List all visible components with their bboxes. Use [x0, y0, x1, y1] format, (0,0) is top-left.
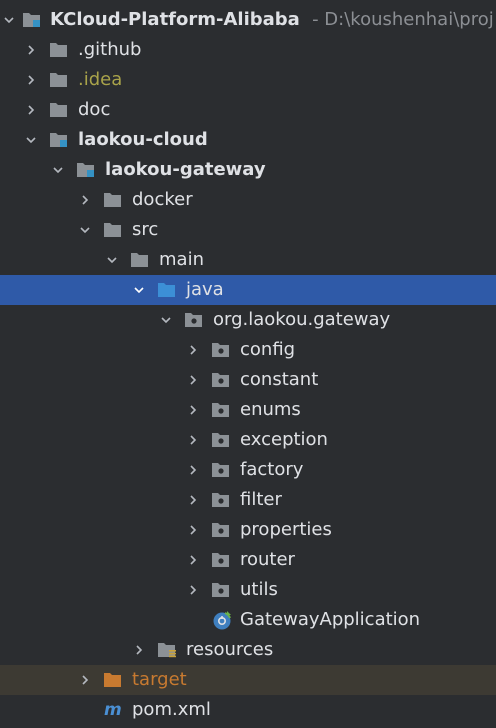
chevron-right-icon[interactable]: [25, 74, 37, 86]
tree-row-enums[interactable]: enums: [0, 395, 496, 425]
tree-label: java: [186, 279, 224, 300]
chevron-down-icon[interactable]: [3, 14, 15, 26]
folder-icon: [103, 221, 123, 239]
chevron-down-icon[interactable]: [25, 134, 37, 146]
tree-row-target[interactable]: target: [0, 665, 496, 695]
chevron-right-icon[interactable]: [25, 104, 37, 116]
tree-label: org.laokou.gateway: [213, 309, 391, 330]
tree-label: laokou-cloud: [78, 129, 208, 150]
tree-row-src[interactable]: src: [0, 215, 496, 245]
chevron-right-icon[interactable]: [133, 644, 145, 656]
chevron-right-icon[interactable]: [187, 464, 199, 476]
tree-row-idea[interactable]: .idea: [0, 65, 496, 95]
tree-label: src: [132, 219, 159, 240]
tree-row-laokou-cloud[interactable]: laokou-cloud: [0, 125, 496, 155]
tree-label: exception: [240, 429, 328, 450]
tree-row-utils[interactable]: utils: [0, 575, 496, 605]
tree-row-filter[interactable]: filter: [0, 485, 496, 515]
tree-row-root[interactable]: KCloud-Platform-Alibaba - D:\koushenhai\…: [0, 5, 496, 35]
tree-label: .github: [78, 39, 142, 60]
folder-icon: [49, 71, 69, 89]
tree-row-config[interactable]: config: [0, 335, 496, 365]
tree-row-resources[interactable]: resources: [0, 635, 496, 665]
tree-label: .idea: [78, 69, 123, 90]
tree-row-package-root[interactable]: org.laokou.gateway: [0, 305, 496, 335]
package-icon: [211, 581, 231, 599]
tree-row-pom[interactable]: m pom.xml: [0, 695, 496, 725]
package-icon: [211, 551, 231, 569]
project-name: KCloud-Platform-Alibaba: [50, 9, 300, 30]
chevron-down-icon[interactable]: [106, 254, 118, 266]
package-icon: [211, 491, 231, 509]
tree-row-github[interactable]: .github: [0, 35, 496, 65]
tree-label: filter: [240, 489, 282, 510]
package-icon: [211, 431, 231, 449]
tree-row-main[interactable]: main: [0, 245, 496, 275]
chevron-right-icon[interactable]: [187, 374, 199, 386]
resources-folder-icon: [157, 641, 177, 659]
tree-label: main: [159, 249, 204, 270]
tree-label: pom.xml: [132, 699, 211, 720]
chevron-right-icon[interactable]: [79, 194, 91, 206]
tree-label: GatewayApplication: [240, 609, 421, 630]
module-folder-icon: [76, 161, 96, 179]
chevron-down-icon[interactable]: [160, 314, 172, 326]
tree-row-docker[interactable]: docker: [0, 185, 496, 215]
tree-row-java[interactable]: java: [0, 275, 496, 305]
tree-label: utils: [240, 579, 278, 600]
tree-label: factory: [240, 459, 304, 480]
tree-label: target: [132, 669, 187, 690]
tree-label: router: [240, 549, 295, 570]
chevron-down-icon[interactable]: [133, 284, 145, 296]
tree-row-factory[interactable]: factory: [0, 455, 496, 485]
module-folder-icon: [22, 11, 42, 29]
tree-row-constant[interactable]: constant: [0, 365, 496, 395]
source-folder-icon: [157, 281, 177, 299]
folder-icon: [130, 251, 150, 269]
folder-icon: [103, 191, 123, 209]
chevron-right-icon[interactable]: [187, 344, 199, 356]
folder-icon: [49, 101, 69, 119]
maven-icon: m: [103, 698, 127, 720]
tree-label: doc: [78, 99, 111, 120]
tree-row-exception[interactable]: exception: [0, 425, 496, 455]
tree-label: properties: [240, 519, 332, 540]
folder-icon: [49, 41, 69, 59]
package-icon: [184, 311, 204, 329]
package-icon: [211, 401, 231, 419]
project-path: - D:\koushenhai\proj: [312, 9, 494, 30]
tree-row-doc[interactable]: doc: [0, 95, 496, 125]
chevron-right-icon[interactable]: [187, 584, 199, 596]
tree-row-laokou-gateway[interactable]: laokou-gateway: [0, 155, 496, 185]
svg-text:m: m: [104, 700, 122, 720]
module-folder-icon: [49, 131, 69, 149]
tree-label: constant: [240, 369, 319, 390]
chevron-down-icon[interactable]: [79, 224, 91, 236]
tree-row-router[interactable]: router: [0, 545, 496, 575]
excluded-folder-icon: [103, 671, 123, 689]
chevron-right-icon[interactable]: [187, 404, 199, 416]
tree-row-gateway-application[interactable]: GatewayApplication: [0, 605, 496, 635]
chevron-right-icon[interactable]: [187, 524, 199, 536]
chevron-right-icon[interactable]: [187, 554, 199, 566]
tree-label: laokou-gateway: [105, 159, 266, 180]
tree-label: resources: [186, 639, 274, 660]
package-icon: [211, 371, 231, 389]
spring-boot-class-icon: [211, 609, 233, 631]
chevron-down-icon[interactable]: [52, 164, 64, 176]
chevron-right-icon[interactable]: [187, 494, 199, 506]
chevron-right-icon[interactable]: [79, 674, 91, 686]
project-tree: KCloud-Platform-Alibaba - D:\koushenhai\…: [0, 0, 496, 728]
chevron-right-icon[interactable]: [187, 434, 199, 446]
tree-label: KCloud-Platform-Alibaba - D:\koushenhai\…: [50, 9, 494, 31]
tree-row-properties[interactable]: properties: [0, 515, 496, 545]
package-icon: [211, 341, 231, 359]
tree-label: config: [240, 339, 296, 360]
package-icon: [211, 521, 231, 539]
package-icon: [211, 461, 231, 479]
chevron-right-icon[interactable]: [25, 44, 37, 56]
tree-label: enums: [240, 399, 301, 420]
tree-label: docker: [132, 189, 193, 210]
